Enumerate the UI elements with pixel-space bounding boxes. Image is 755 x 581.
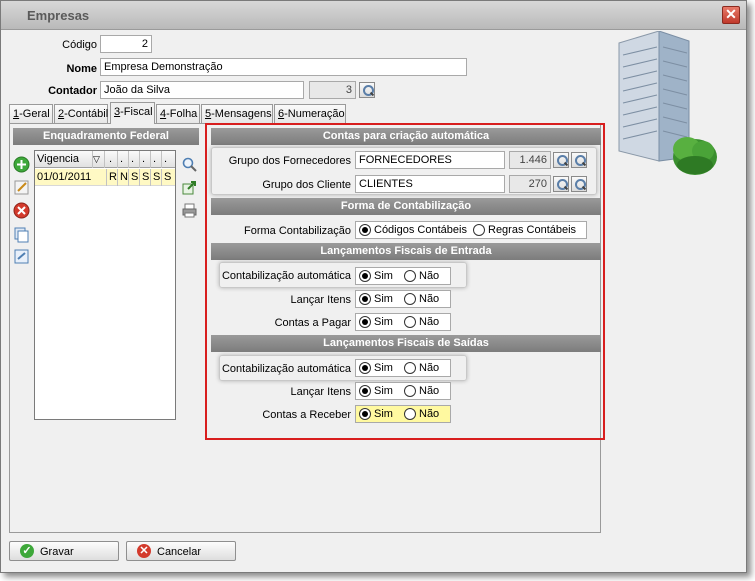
tab-mensagens[interactable]: 5-Mensagens — [201, 104, 273, 123]
cell-flag: S — [129, 169, 140, 186]
col-flag-3[interactable]: . — [129, 151, 140, 168]
enquadramento-grid[interactable]: Vigencia ▽ . . . . . . 01/01/2011 R N S … — [34, 150, 176, 420]
col-flag-4[interactable]: . — [140, 151, 151, 168]
contador-search-icon[interactable] — [359, 82, 375, 98]
cancel-button[interactable]: ✕ Cancelar — [126, 541, 236, 561]
title-bar[interactable]: Empresas ✕ — [1, 1, 746, 30]
nome-label: Nome — [66, 63, 97, 75]
tab-geral[interactable]: 1-Geral — [9, 104, 53, 123]
tab-fiscal[interactable]: 3-Fiscal — [110, 102, 155, 124]
codigo-field[interactable]: 2 — [100, 35, 152, 53]
codigo-label: Código — [62, 39, 97, 51]
enquadramento-header: Enquadramento Federal — [13, 128, 199, 145]
cell-flag: S — [140, 169, 151, 186]
print-icon[interactable] — [181, 202, 198, 219]
document-edit-icon[interactable] — [13, 248, 30, 265]
col-flag-5[interactable]: . — [151, 151, 162, 168]
export-icon[interactable] — [181, 179, 198, 196]
nome-field[interactable]: Empresa Demonstração — [100, 58, 467, 76]
save-button-label: Gravar — [40, 546, 74, 558]
cell-flag: S — [164, 171, 172, 183]
empresas-window: Empresas ✕ Código 2 Nome Empresa Demonst… — [0, 0, 747, 573]
contador-code-field[interactable]: 3 — [309, 81, 356, 99]
contador-label: Contador — [48, 85, 97, 97]
cancel-icon: ✕ — [137, 544, 151, 558]
search-icon[interactable] — [181, 156, 198, 173]
close-button[interactable]: ✕ — [722, 6, 740, 24]
copy-icon[interactable] — [13, 226, 30, 243]
delete-icon[interactable] — [13, 202, 30, 219]
cell-flag: R — [107, 169, 118, 186]
grid-header: Vigencia ▽ . . . . . . — [35, 151, 175, 168]
sort-icon[interactable]: ▽ — [89, 151, 105, 168]
tab-folha[interactable]: 4-Folha — [156, 104, 200, 123]
save-button[interactable]: ✓ Gravar — [9, 541, 119, 561]
add-icon[interactable] — [13, 156, 30, 173]
col-vigencia[interactable]: Vigencia — [35, 151, 93, 168]
col-flag-6[interactable]: . — [162, 151, 175, 168]
cancel-button-label: Cancelar — [157, 546, 202, 558]
cell-flag: S — [151, 169, 162, 186]
contador-field[interactable]: João da Silva — [100, 81, 304, 99]
window-title: Empresas — [27, 8, 90, 23]
table-row[interactable]: 01/01/2011 R N S S S S — [35, 169, 175, 186]
cell-vigencia: 01/01/2011 — [35, 169, 107, 186]
col-flag-2[interactable]: . — [118, 151, 129, 168]
tab-contabil[interactable]: 2-Contábil — [54, 104, 108, 123]
edit-icon[interactable] — [13, 179, 30, 196]
tab-numeracao[interactable]: 6-Numeração — [274, 104, 346, 123]
col-flag-1[interactable]: . — [107, 151, 118, 168]
building-icon — [618, 31, 717, 175]
cell-flag: N — [118, 169, 129, 186]
highlight-box — [205, 123, 605, 440]
check-icon: ✓ — [20, 544, 34, 558]
